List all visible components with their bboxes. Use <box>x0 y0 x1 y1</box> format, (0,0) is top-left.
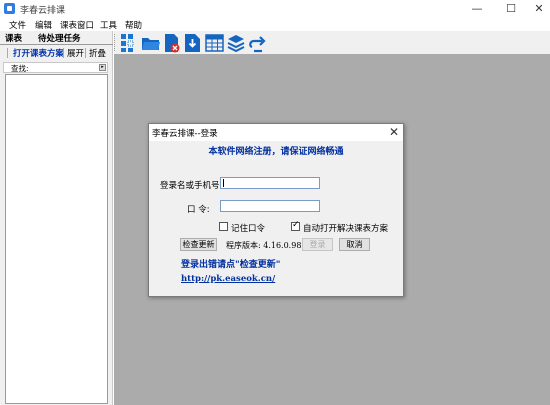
maximize-button[interactable]: ☐ <box>496 0 526 18</box>
cancel-button[interactable]: 取消 <box>339 238 370 251</box>
layers-icon[interactable] <box>226 33 246 53</box>
close-window-button[interactable]: ✕ <box>524 0 550 18</box>
left-tabs: 课表 待处理任务 <box>0 31 113 44</box>
toolbar-grip[interactable] <box>114 34 117 51</box>
toolbar-separator <box>7 48 8 58</box>
remember-password-label: 记住口令 <box>231 224 266 234</box>
menu-edit[interactable]: 编辑 <box>35 19 52 31</box>
search-label: 查找: <box>11 64 29 73</box>
left-panel: 课表 待处理任务 打开课表方案 展开 折叠 查找: ▸ <box>0 31 113 405</box>
menu-file[interactable]: 文件 <box>9 19 26 31</box>
tab-pending-tasks[interactable]: 待处理任务 <box>38 32 81 44</box>
text-caret <box>223 179 224 187</box>
check-update-button[interactable]: 检查更新 <box>180 238 217 251</box>
table-icon[interactable] <box>205 33 225 53</box>
tab-timetable[interactable]: 课表 <box>5 32 22 44</box>
username-label: 登录名或手机号: <box>160 181 223 191</box>
menu-help[interactable]: 帮助 <box>125 19 142 31</box>
network-notice: 本软件网络注册，请保证网络畅通 <box>208 147 344 157</box>
delete-file-icon[interactable] <box>162 33 182 53</box>
auto-open-label: 自动打开解决课表方案 <box>303 224 389 234</box>
toolbar-separator <box>63 48 64 58</box>
login-dialog: 李春云排课--登录 ✕ 本软件网络注册，请保证网络畅通 登录名或手机号: 口 令… <box>148 123 404 297</box>
grid-select-icon[interactable] <box>120 33 140 53</box>
auto-open-checkbox[interactable] <box>291 220 300 231</box>
remember-password-checkbox[interactable] <box>219 222 228 231</box>
collapse-button[interactable]: 折叠 <box>89 47 106 59</box>
website-link[interactable]: http://pk.easeok.cn/ <box>181 274 275 284</box>
window-title: 李春云排课 <box>20 6 66 16</box>
title-bar: 李春云排课 — ☐ ✕ <box>0 0 550 18</box>
download-icon[interactable] <box>183 33 203 53</box>
menu-timetable-window[interactable]: 课表窗口 <box>60 19 94 31</box>
search-row[interactable]: 查找: ▸ <box>3 62 108 73</box>
app-icon <box>4 3 15 14</box>
expand-button[interactable]: 展开 <box>67 47 84 59</box>
dialog-close-icon[interactable]: ✕ <box>389 125 399 139</box>
open-scheme-button[interactable]: 打开课表方案 <box>13 47 64 59</box>
password-field[interactable] <box>220 200 320 212</box>
main-toolbar <box>114 31 550 54</box>
export-icon[interactable] <box>248 33 268 53</box>
dialog-title: 李春云排课--登录 <box>152 129 218 139</box>
menu-tools[interactable]: 工具 <box>100 19 117 31</box>
toolbar-separator <box>85 48 86 58</box>
open-folder-icon[interactable] <box>141 33 161 53</box>
minimize-button[interactable]: — <box>462 0 492 18</box>
username-field[interactable] <box>220 177 320 189</box>
search-option-icon[interactable]: ▸ <box>99 64 106 71</box>
tree-toolbar: 打开课表方案 展开 折叠 <box>0 45 113 61</box>
timetable-tree[interactable] <box>5 74 108 404</box>
password-label: 口 令: <box>187 205 210 215</box>
login-button[interactable]: 登录 <box>302 238 333 251</box>
dialog-title-bar[interactable]: 李春云排课--登录 ✕ <box>149 124 403 141</box>
version-text: 程序版本: 4.16.0.98 <box>226 241 302 250</box>
error-hint: 登录出错请点"检查更新" <box>181 260 281 270</box>
menu-bar: 文件 编辑 课表窗口 工具 帮助 <box>0 18 550 31</box>
